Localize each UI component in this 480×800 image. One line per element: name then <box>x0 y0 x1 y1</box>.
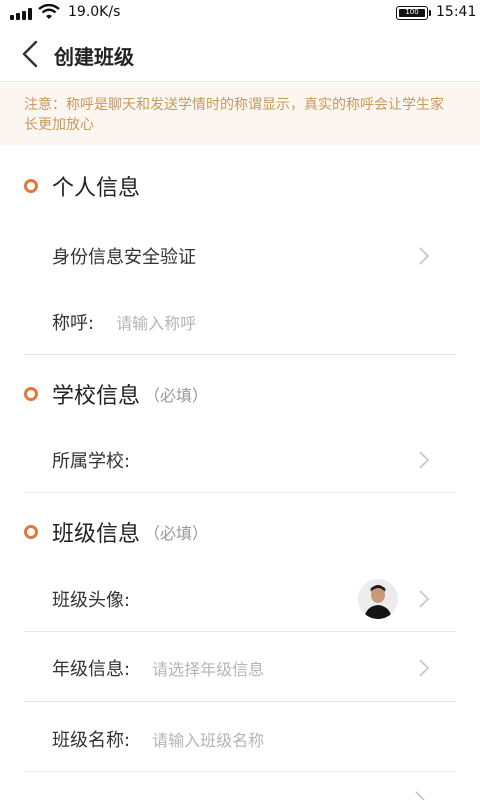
clock: 15:41 <box>436 4 477 20</box>
nickname-input[interactable]: 请输入称呼 <box>116 310 196 334</box>
identity-verify-label: 身份信息安全验证 <box>52 247 196 268</box>
class-name-row[interactable]: 班级名称: 请输入班级名称 <box>52 714 456 764</box>
person-avatar-icon <box>358 579 398 619</box>
required-hint: （必填） <box>144 386 209 405</box>
section-title: 班级信息 <box>52 522 141 547</box>
divider <box>24 701 456 702</box>
avatar[interactable] <box>358 579 398 619</box>
notice-banner: 注意：称呼是聊天和发送学情时的称谓显示，真实的称呼会让学生家长更加放心 <box>0 83 480 145</box>
school-select-row[interactable]: 所属学校: <box>52 435 456 485</box>
section-dot-icon <box>24 525 38 539</box>
section-dot-icon <box>24 387 38 401</box>
chevron-right-icon <box>419 247 430 265</box>
battery-tip <box>429 10 431 16</box>
class-name-label: 班级名称: <box>52 730 131 751</box>
section-school-info: 学校信息 （必填） <box>24 374 208 414</box>
class-avatar-label: 班级头像: <box>52 590 131 611</box>
notice-text: 注意：称呼是聊天和发送学情时的称谓显示，真实的称呼会让学生家长更加放心 <box>24 97 444 133</box>
grade-label: 年级信息: <box>52 659 131 680</box>
grade-select[interactable]: 请选择年级信息 <box>152 656 264 680</box>
wifi-icon <box>38 4 60 19</box>
section-dot-icon <box>24 179 38 193</box>
school-label: 所属学校: <box>52 451 131 472</box>
chevron-right-icon <box>419 659 430 677</box>
nav-bar: 创建班级 <box>0 26 480 82</box>
battery-icon: 100 <box>396 6 428 20</box>
chevron-right-icon <box>419 590 430 608</box>
chevron-right-icon <box>415 791 425 800</box>
signal-icon <box>10 8 32 20</box>
section-class-info: 班级信息 （必填） <box>24 512 208 552</box>
back-button[interactable] <box>16 36 48 72</box>
identity-verify-row[interactable]: 身份信息安全验证 <box>52 231 456 281</box>
section-personal-info: 个人信息 <box>24 166 140 206</box>
divider <box>24 771 456 772</box>
network-speed: 19.0K/s <box>68 4 121 20</box>
divider <box>24 354 456 355</box>
chevron-left-icon <box>22 40 38 68</box>
class-name-input[interactable]: 请输入班级名称 <box>152 727 264 751</box>
page-title: 创建班级 <box>54 45 134 69</box>
nickname-row[interactable]: 称呼: 请输入称呼 <box>52 297 456 347</box>
battery-level: 100 <box>405 8 419 16</box>
class-avatar-row[interactable]: 班级头像: <box>52 574 456 624</box>
chevron-right-icon <box>419 451 430 469</box>
grade-select-row[interactable]: 年级信息: 请选择年级信息 <box>52 643 456 693</box>
divider <box>24 492 456 493</box>
status-bar: 19.0K/s 100 15:41 <box>0 0 480 26</box>
divider <box>24 631 456 632</box>
required-hint: （必填） <box>144 524 209 543</box>
section-title: 学校信息 <box>52 384 141 409</box>
section-title: 个人信息 <box>52 176 141 201</box>
nickname-label: 称呼: <box>52 313 95 334</box>
